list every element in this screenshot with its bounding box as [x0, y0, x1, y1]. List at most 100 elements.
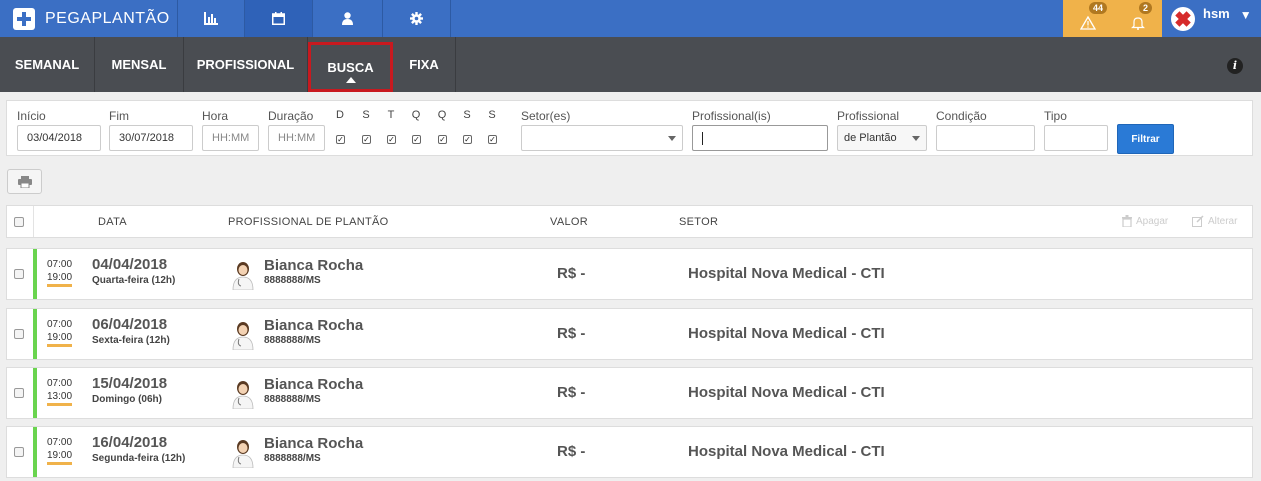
- select-all-checkbox[interactable]: [14, 217, 24, 227]
- logo-text: PEGAPLANTÃO: [45, 9, 170, 27]
- tipo-label: Tipo: [1044, 109, 1067, 123]
- shift-sector: Hospital Nova Medical - CTI: [688, 443, 885, 460]
- day-label-tue: T: [387, 109, 395, 121]
- day-checkbox-fri[interactable]: ✓: [463, 135, 472, 144]
- tab-profissional[interactable]: PROFISSIONAL: [184, 37, 308, 92]
- day-checkbox-mon[interactable]: ✓: [362, 135, 371, 144]
- shift-date: 04/04/2018: [92, 256, 168, 273]
- fim-input[interactable]: 30/07/2018: [109, 125, 193, 151]
- end-time: 19:00: [47, 332, 73, 347]
- nav-users[interactable]: [313, 0, 383, 37]
- end-time: 19:00: [47, 450, 73, 465]
- profissionais-input[interactable]: [692, 125, 828, 151]
- top-bar: PEGAPLANTÃO 44 2 hsm ▼: [0, 0, 1261, 37]
- table-row[interactable]: 07:00 19:00 04/04/2018 Quarta-feira (12h…: [6, 248, 1253, 300]
- day-label-thu: Q: [437, 109, 447, 121]
- doctor-avatar-icon: [232, 262, 254, 290]
- doctor-avatar-icon: [232, 381, 254, 409]
- calendar-icon: [272, 12, 285, 25]
- shift-weekday: Segunda-feira (12h): [92, 453, 186, 464]
- row-checkbox[interactable]: [14, 388, 24, 398]
- shift-weekday: Sexta-feira (12h): [92, 335, 170, 346]
- shift-sector: Hospital Nova Medical - CTI: [688, 325, 885, 342]
- setor-select[interactable]: [521, 125, 683, 151]
- filter-button[interactable]: Filtrar: [1117, 124, 1174, 154]
- day-checkbox-sat[interactable]: ✓: [488, 135, 497, 144]
- day-checkbox-wed[interactable]: ✓: [412, 135, 421, 144]
- edit-button[interactable]: Alterar: [1192, 215, 1237, 227]
- day-checkbox-tue[interactable]: ✓: [387, 135, 396, 144]
- printer-icon: [17, 175, 32, 188]
- shift-sector: Hospital Nova Medical - CTI: [688, 384, 885, 401]
- notifications-button[interactable]: 2: [1113, 0, 1163, 37]
- print-button[interactable]: [7, 169, 42, 194]
- status-bar: [33, 309, 37, 359]
- condicao-label: Condição: [936, 109, 987, 123]
- profissional-select[interactable]: de Plantão: [837, 125, 927, 151]
- table-row[interactable]: 07:00 19:00 16/04/2018 Segunda-feira (12…: [6, 426, 1253, 478]
- tab-busca[interactable]: BUSCA: [308, 42, 393, 92]
- profissionais-label: Profissional(is): [692, 109, 771, 123]
- status-bar: [33, 368, 37, 418]
- text-cursor: [702, 131, 703, 145]
- hora-label: Hora: [202, 109, 229, 123]
- tab-fixa[interactable]: FIXA: [393, 37, 456, 92]
- professional-name: Bianca Rocha: [264, 435, 364, 452]
- header-valor[interactable]: VALOR: [550, 216, 588, 228]
- app-logo[interactable]: PEGAPLANTÃO: [0, 0, 178, 37]
- day-checkbox-sun[interactable]: ✓: [336, 135, 345, 144]
- tipo-input[interactable]: [1044, 125, 1108, 151]
- warnings-button[interactable]: 44: [1063, 0, 1113, 37]
- tab-mensal[interactable]: MENSAL: [95, 37, 184, 92]
- day-label-mon: S: [362, 109, 370, 121]
- profissional-select-value: de Plantão: [844, 132, 897, 144]
- chart-icon: [204, 12, 218, 25]
- gear-icon: [410, 12, 423, 25]
- professional-registration: 8888888/MS: [264, 275, 321, 286]
- user-menu[interactable]: hsm ▼: [1162, 0, 1261, 37]
- delete-button[interactable]: Apagar: [1122, 215, 1168, 227]
- start-time: 07:00: [47, 259, 73, 270]
- row-checkbox[interactable]: [14, 447, 24, 457]
- day-label-wed: Q: [411, 109, 421, 121]
- info-icon[interactable]: i: [1227, 58, 1243, 74]
- day-checkbox-thu[interactable]: ✓: [438, 135, 447, 144]
- shift-date: 16/04/2018: [92, 434, 168, 451]
- professional-registration: 8888888/MS: [264, 394, 321, 405]
- delete-label: Apagar: [1136, 215, 1169, 227]
- table-header: DATA PROFISSIONAL DE PLANTÃO VALOR SETOR…: [6, 205, 1253, 238]
- bell-icon: [1131, 16, 1145, 30]
- professional-name: Bianca Rocha: [264, 257, 364, 274]
- professional-registration: 8888888/MS: [264, 453, 321, 464]
- shift-date: 06/04/2018: [92, 316, 168, 333]
- tab-semanal[interactable]: SEMANAL: [0, 37, 95, 92]
- header-setor[interactable]: SETOR: [679, 216, 718, 228]
- nav-calendar[interactable]: [245, 0, 313, 37]
- table-row[interactable]: 07:00 19:00 06/04/2018 Sexta-feira (12h)…: [6, 308, 1253, 360]
- nav-settings[interactable]: [383, 0, 451, 37]
- header-data[interactable]: DATA: [98, 216, 127, 228]
- start-time: 07:00: [47, 319, 73, 330]
- table-row[interactable]: 07:00 13:00 15/04/2018 Domingo (06h) Bia…: [6, 367, 1253, 419]
- logo-plus-icon: [13, 7, 35, 30]
- duracao-input[interactable]: HH:MM: [268, 125, 325, 151]
- header-profissional[interactable]: PROFISSIONAL DE PLANTÃO: [228, 216, 389, 228]
- doctor-avatar-icon: [232, 322, 254, 350]
- row-checkbox[interactable]: [14, 269, 24, 279]
- edit-label: Alterar: [1208, 215, 1238, 227]
- user-name: hsm: [1203, 6, 1230, 21]
- row-checkbox[interactable]: [14, 329, 24, 339]
- nav-reports[interactable]: [178, 0, 245, 37]
- notifications-badge: 2: [1139, 2, 1153, 14]
- hora-input[interactable]: HH:MM: [202, 125, 259, 151]
- shift-weekday: Domingo (06h): [92, 394, 162, 405]
- inicio-input[interactable]: 03/04/2018: [17, 125, 101, 151]
- edit-icon: [1192, 215, 1204, 227]
- professional-registration: 8888888/MS: [264, 335, 321, 346]
- start-time: 07:00: [47, 378, 73, 389]
- status-bar: [33, 249, 37, 299]
- shift-weekday: Quarta-feira (12h): [92, 275, 176, 286]
- setor-label: Setor(es): [521, 109, 571, 123]
- end-time: 13:00: [47, 391, 73, 406]
- condicao-input[interactable]: [936, 125, 1035, 151]
